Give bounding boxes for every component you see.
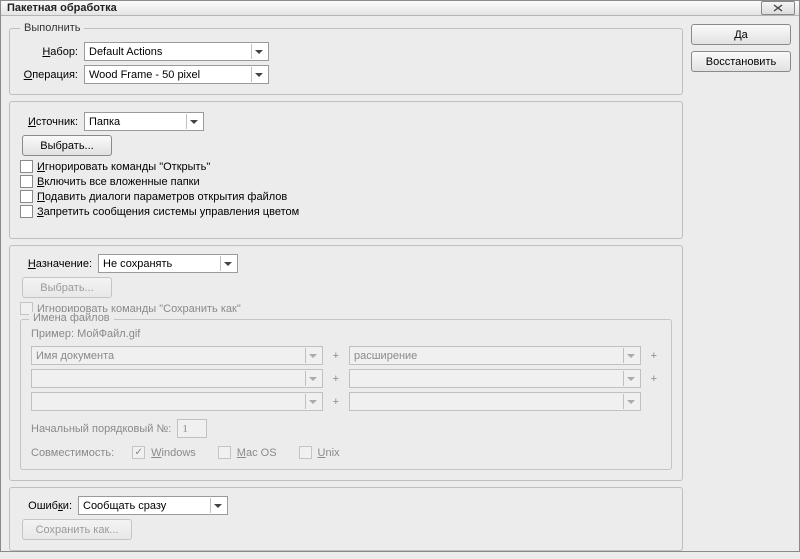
chevron-down-icon [305, 394, 320, 409]
suppress-open-dialogs-label: Подавить диалоги параметров открытия фай… [37, 191, 287, 203]
errors-save-as-button: Сохранить как... [22, 519, 132, 540]
chevron-down-icon [305, 371, 320, 386]
dialog-body: Выполнить Набор: Default Actions Операци… [1, 16, 799, 559]
compat-unix-label: Unix [318, 447, 340, 459]
destination-group: Назначение: Не сохранять Выбрать... Игно… [9, 245, 683, 481]
naming-combo-1: Имя документа [31, 346, 323, 365]
naming-combo-4 [349, 369, 641, 388]
chevron-down-icon [251, 67, 266, 82]
titlebar: Пакетная обработка [1, 1, 799, 16]
errors-label: Ошибки: [20, 500, 72, 512]
set-label: Набор: [20, 46, 78, 58]
compat-windows-label: Windows [151, 447, 196, 459]
naming-combo-3 [31, 369, 323, 388]
file-naming-group: Имена файлов Пример: МойФайл.gif Имя док… [20, 319, 672, 470]
destination-choose-button: Выбрать... [22, 277, 112, 298]
restore-button[interactable]: Восстановить [691, 51, 791, 72]
operation-label: Операция: [20, 69, 78, 81]
chevron-down-icon [623, 394, 638, 409]
serial-label: Начальный порядковый №: [31, 423, 171, 435]
source-choose-button[interactable]: Выбрать... [22, 135, 112, 156]
source-combo[interactable]: Папка [84, 112, 204, 131]
include-subfolders-label: Включить все вложенные папки [37, 176, 200, 188]
suppress-color-warnings-label: Запретить сообщения системы управления ц… [37, 206, 299, 218]
compat-mac-checkbox [218, 446, 231, 459]
chevron-down-icon [220, 256, 235, 271]
destination-label: Назначение: [20, 258, 92, 270]
plus-icon: + [647, 350, 661, 362]
play-group: Выполнить Набор: Default Actions Операци… [9, 22, 683, 95]
naming-combo-2: расширение [349, 346, 641, 365]
chevron-down-icon [305, 348, 320, 363]
operation-combo[interactable]: Wood Frame - 50 pixel [84, 65, 269, 84]
main-column: Выполнить Набор: Default Actions Операци… [9, 22, 683, 551]
compat-unix-checkbox [299, 446, 312, 459]
batch-dialog: Пакетная обработка Выполнить Набор: Defa… [0, 0, 800, 552]
ok-button[interactable]: Да [691, 24, 791, 45]
set-combo[interactable]: Default Actions [84, 42, 269, 61]
source-label: Источник: [20, 116, 78, 128]
window-title: Пакетная обработка [7, 2, 117, 14]
plus-icon: + [329, 396, 343, 408]
naming-example: Пример: МойФайл.gif [31, 328, 661, 340]
plus-icon: + [329, 373, 343, 385]
errors-group: Ошибки: Сообщать сразу Сохранить как... [9, 487, 683, 551]
source-dest-group: Источник: Папка Выбрать... Игнорировать … [9, 101, 683, 239]
side-buttons: Да Восстановить [691, 22, 791, 551]
plus-icon: + [647, 373, 661, 385]
close-icon [773, 4, 783, 12]
chevron-down-icon [623, 371, 638, 386]
play-legend: Выполнить [20, 22, 84, 34]
chevron-down-icon [210, 498, 225, 513]
plus-icon: + [329, 350, 343, 362]
compat-windows-checkbox [132, 446, 145, 459]
naming-combo-5 [31, 392, 323, 411]
suppress-color-warnings-checkbox[interactable] [20, 205, 33, 218]
close-button[interactable] [761, 1, 795, 15]
file-naming-legend: Имена файлов [29, 312, 114, 324]
include-subfolders-checkbox[interactable] [20, 175, 33, 188]
ignore-open-checkbox[interactable] [20, 160, 33, 173]
compat-mac-label: Mac OS [237, 447, 277, 459]
chevron-down-icon [251, 44, 266, 59]
chevron-down-icon [623, 348, 638, 363]
compat-label: Совместимость: [31, 447, 114, 459]
errors-combo[interactable]: Сообщать сразу [78, 496, 228, 515]
suppress-open-dialogs-checkbox[interactable] [20, 190, 33, 203]
chevron-down-icon [186, 114, 201, 129]
destination-combo[interactable]: Не сохранять [98, 254, 238, 273]
serial-input [177, 419, 207, 438]
naming-combo-6 [349, 392, 641, 411]
ignore-open-label: Игнорировать команды "Открыть" [37, 161, 210, 173]
